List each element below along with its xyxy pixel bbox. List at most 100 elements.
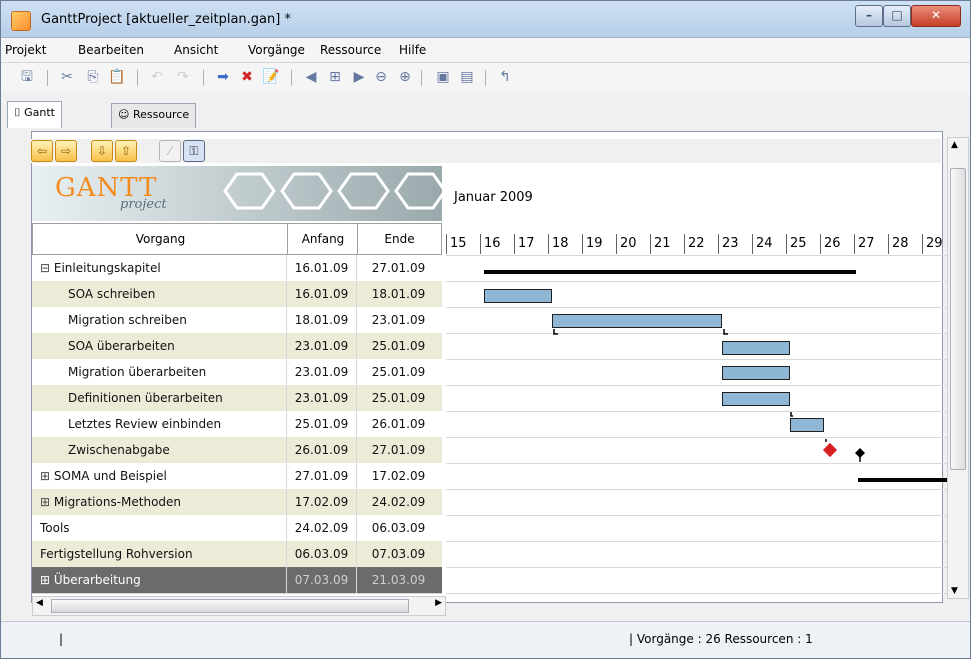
summary-bar-soma[interactable] [858,478,951,482]
task-end[interactable]: 25.01.09 [357,385,440,411]
unlink-icon[interactable]: ⁄ [159,140,181,162]
cut-icon[interactable]: ✂ [57,67,77,87]
right-arrow-icon[interactable]: ⇨ [55,140,77,162]
column-header-start[interactable]: Anfang [287,223,359,255]
redo-icon[interactable]: ↷ [173,67,193,87]
task-bar-migration-ueberarbeiten[interactable] [722,366,790,380]
minimize-button[interactable]: – [855,5,883,27]
table-row[interactable]: ⊞ Migrations-Methoden 17.02.09 24.02.09 [32,489,442,516]
zoom-in-icon[interactable]: ⊕ [395,67,415,87]
menu-hilfe[interactable]: Hilfe [399,43,426,57]
scroll-right-icon[interactable]: ▶ [435,598,442,608]
task-start[interactable]: 26.01.09 [287,437,357,463]
task-start[interactable]: 23.01.09 [287,333,357,359]
task-start[interactable]: 23.01.09 [287,385,357,411]
task-bar-letztes-review[interactable] [790,418,824,432]
save-icon[interactable]: 🖫 [17,67,37,87]
tab-gantt[interactable]: ⌷ Gantt [7,101,62,128]
export-icon[interactable]: ▤ [457,67,477,87]
table-row[interactable]: ⊞ SOMA und Beispiel 27.01.09 17.02.09 [32,463,442,490]
task-start[interactable]: 25.01.09 [287,411,357,437]
task-start[interactable]: 06.03.09 [287,541,357,567]
delete-icon[interactable]: ✖ [237,67,257,87]
menu-projekt[interactable]: Projekt [5,43,46,57]
task-name-cell[interactable]: Tools [32,515,287,541]
task-start[interactable]: 07.03.09 [287,567,357,593]
link-icon[interactable]: ⚿ [183,140,205,162]
zoom-out-icon[interactable]: ⊖ [371,67,391,87]
vertical-scrollbar[interactable]: ▲ ▼ [947,137,969,599]
next-icon[interactable]: ▶ [349,67,369,87]
task-start[interactable]: 27.01.09 [287,463,357,489]
task-end[interactable]: 21.03.09 [357,567,440,593]
task-end[interactable]: 17.02.09 [357,463,440,489]
task-name-cell[interactable]: Migration schreiben [32,307,287,333]
menu-bearbeiten[interactable]: Bearbeiten [78,43,144,57]
task-end[interactable]: 07.03.09 [357,541,440,567]
task-end[interactable]: 24.02.09 [357,489,440,515]
task-start[interactable]: 18.01.09 [287,307,357,333]
task-end[interactable]: 18.01.09 [357,281,440,307]
vertical-scroll-thumb[interactable] [950,168,966,470]
task-end[interactable]: 26.01.09 [357,411,440,437]
task-start[interactable]: 16.01.09 [287,255,357,281]
task-name-cell[interactable]: Zwischenabgabe [32,437,287,463]
menu-vorgaenge[interactable]: Vorgänge [248,43,305,57]
task-name-cell[interactable]: Definitionen überarbeiten [32,385,287,411]
task-end[interactable]: 23.01.09 [357,307,440,333]
zoom-fit-icon[interactable]: ⊞ [325,67,345,87]
task-end[interactable]: 25.01.09 [357,333,440,359]
table-row[interactable]: ⊞ Überarbeitung 07.03.09 21.03.09 [32,567,442,594]
close-button[interactable]: ✕ [911,5,961,27]
table-row[interactable]: Zwischenabgabe 26.01.09 27.01.09 [32,437,442,464]
table-row[interactable]: SOA schreiben 16.01.09 18.01.09 [32,281,442,308]
task-end[interactable]: 06.03.09 [357,515,440,541]
task-name-cell[interactable]: Fertigstellung Rohversion [32,541,287,567]
horizontal-scrollbar[interactable]: ◀ ▶ [32,596,446,616]
paste-icon[interactable]: 📋 [107,67,127,87]
previous-icon[interactable]: ◀ [301,67,321,87]
task-name-cell[interactable]: Migration überarbeiten [32,359,287,385]
task-name-cell[interactable]: ⊞ Migrations-Methoden [32,489,287,515]
menu-ansicht[interactable]: Ansicht [174,43,218,57]
summary-bar-einleitung[interactable] [484,270,856,274]
layout-icon[interactable]: ↰ [495,67,515,87]
expand-icon[interactable]: ⊞ [40,573,54,587]
up-arrow-icon[interactable]: ⇧ [115,140,137,162]
task-end[interactable]: 25.01.09 [357,359,440,385]
preview-icon[interactable]: ▣ [433,67,453,87]
table-row[interactable]: ⊟ Einleitungskapitel 16.01.09 27.01.09 [32,255,442,282]
scroll-down-icon[interactable]: ▼ [951,586,958,596]
undo-icon[interactable]: ↶ [147,67,167,87]
task-name-cell[interactable]: Letztes Review einbinden [32,411,287,437]
task-name-cell[interactable]: SOA schreiben [32,281,287,307]
expand-icon[interactable]: ⊞ [40,495,54,509]
table-row[interactable]: Migration überarbeiten 23.01.09 25.01.09 [32,359,442,386]
indent-icon[interactable]: ➡ [213,67,233,87]
tab-ressource[interactable]: ☺ Ressource [111,103,197,128]
task-bar-soa-schreiben[interactable] [484,289,552,303]
table-row[interactable]: Migration schreiben 18.01.09 23.01.09 [32,307,442,334]
task-name-cell[interactable]: ⊞ Überarbeitung [32,567,287,593]
table-row[interactable]: Letztes Review einbinden 25.01.09 26.01.09 [32,411,442,438]
column-header-task[interactable]: Vorgang [32,223,289,255]
horizontal-scroll-thumb[interactable] [51,599,409,613]
task-bar-migration-schreiben[interactable] [552,314,722,328]
task-start[interactable]: 23.01.09 [287,359,357,385]
menu-ressource[interactable]: Ressource [320,43,381,57]
task-name-cell[interactable]: ⊟ Einleitungskapitel [32,255,287,281]
task-end[interactable]: 27.01.09 [357,255,440,281]
table-row[interactable]: Definitionen überarbeiten 23.01.09 25.01.0… [32,385,442,412]
maximize-button[interactable]: □ [883,5,911,27]
table-row[interactable]: Fertigstellung Rohversion 06.03.09 07.03.0… [32,541,442,568]
task-name-cell[interactable]: ⊞ SOMA und Beispiel [32,463,287,489]
left-arrow-icon[interactable]: ⇦ [31,140,53,162]
task-name-cell[interactable]: SOA überarbeiten [32,333,287,359]
scroll-left-icon[interactable]: ◀ [36,598,43,608]
task-bar-soa-ueberarbeiten[interactable] [722,341,790,355]
task-start[interactable]: 16.01.09 [287,281,357,307]
task-bar-definitionen-ueberarbeiten[interactable] [722,392,790,406]
scroll-up-icon[interactable]: ▲ [951,140,958,150]
task-end[interactable]: 27.01.09 [357,437,440,463]
column-header-end[interactable]: Ende [357,223,442,255]
